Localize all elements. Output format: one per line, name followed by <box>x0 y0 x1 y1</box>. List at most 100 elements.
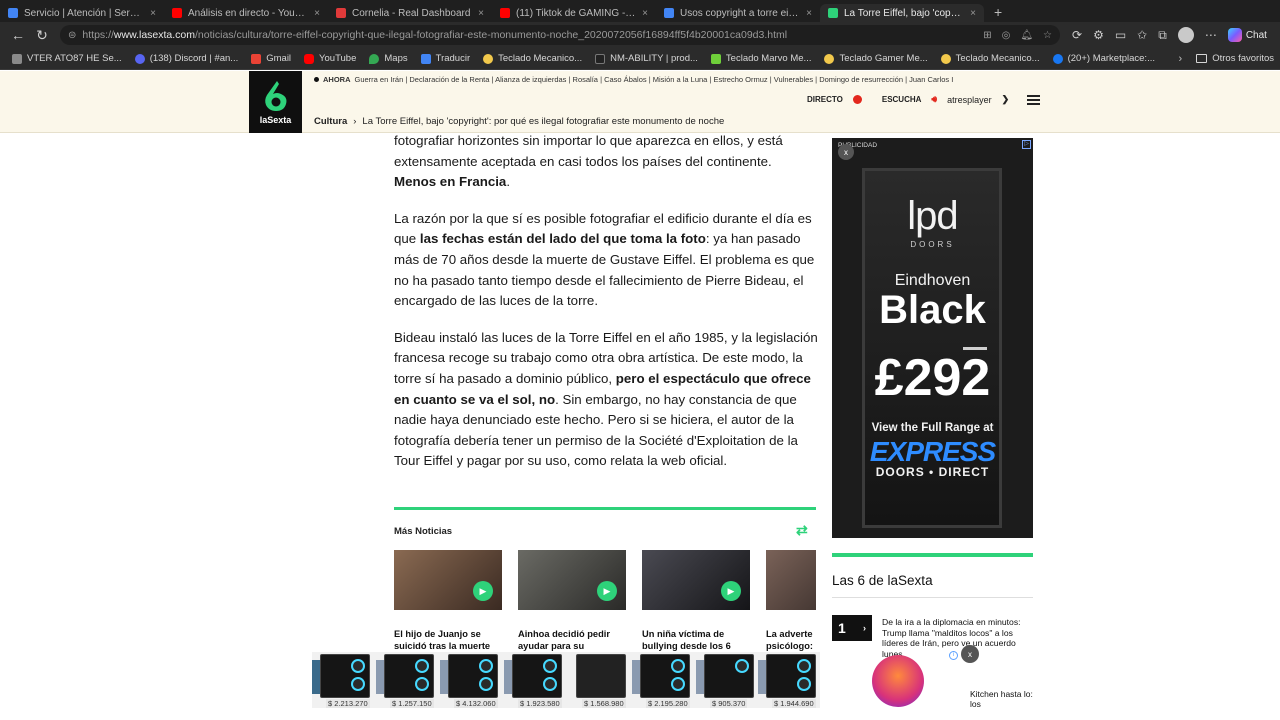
product-item[interactable]: $ 2.213.270 <box>312 652 372 708</box>
live-dot-icon[interactable] <box>852 95 862 104</box>
back-button[interactable]: ← <box>6 23 30 47</box>
profile-avatar[interactable] <box>1177 27 1194 43</box>
app-install-icon[interactable]: ⊞ <box>983 30 991 41</box>
news-title[interactable]: Ainhoa decidió pedir ayudar para su <box>518 628 626 652</box>
browser-tab[interactable]: Análisis en directo - YouTube × <box>164 4 328 22</box>
rank-badge[interactable]: 1 › <box>832 615 872 641</box>
escucha-label[interactable]: ESCUCHA <box>882 95 922 104</box>
browser-tab[interactable]: (11) Tiktok de GAMING - YouTube × <box>492 4 656 22</box>
carousel-arrows-icon[interactable]: ⇄ <box>796 522 808 539</box>
directo-label[interactable]: DIRECTO <box>807 95 843 104</box>
bookmark-item[interactable]: Traducir <box>420 53 470 64</box>
bookmark-label: Teclado Marvo Me... <box>725 53 812 64</box>
product-item[interactable]: $ 4.132.060 <box>440 652 500 708</box>
sidebar-advertisement[interactable]: PUBLICIDAD ▷ x lpd DOORS Eindhoven Black… <box>832 138 1033 538</box>
bookmark-item[interactable]: Teclado Mecanico... <box>940 53 1040 64</box>
news-thumbnail[interactable]: ▶ <box>518 550 626 610</box>
close-icon[interactable]: × <box>314 8 320 19</box>
ad-info-icon[interactable]: i <box>949 651 958 660</box>
browser-tab-active[interactable]: La Torre Eiffel, bajo 'copyright' × <box>820 4 984 22</box>
copilot-icon <box>1227 28 1242 42</box>
atresplayer-link[interactable]: atresplayer <box>947 95 992 105</box>
fan-icon <box>671 677 685 691</box>
adchoices-icon[interactable]: ▷ <box>1022 140 1031 149</box>
chevron-right-icon[interactable]: › <box>1179 53 1183 65</box>
close-icon[interactable]: × <box>150 8 156 19</box>
bookmark-item[interactable]: Teclado Gamer Me... <box>824 53 928 64</box>
fan-icon <box>415 659 429 673</box>
bookmark-item[interactable]: YouTube <box>304 53 356 64</box>
url-host: www.lasexta.com <box>113 29 196 41</box>
url-text[interactable]: https://www.lasexta.com/noticias/cultura… <box>82 29 977 41</box>
news-card[interactable]: ▶ Ainhoa decidió pedir ayudar para su <box>518 550 626 652</box>
facebook-icon <box>1052 53 1063 64</box>
news-card[interactable]: ▶ El hijo de Juanjo se suicidó tras la m… <box>394 550 502 652</box>
product-item[interactable]: $ 1.257.150 <box>376 652 436 708</box>
favorite-star-icon[interactable]: ☆ <box>1043 30 1052 41</box>
tab-favicon-icon <box>500 8 510 18</box>
ticker-topics[interactable]: Guerra en Irán | Declaración de la Renta… <box>355 75 954 84</box>
browser-tab[interactable]: Usos copyright a torre eiffel - Goo × <box>656 4 820 22</box>
pc-case-image <box>640 654 690 698</box>
ad-close-button[interactable]: x <box>838 144 854 160</box>
promo-close-button[interactable]: x <box>961 645 979 663</box>
browser-tab[interactable]: Cornelia - Real Dashboard × <box>328 4 492 22</box>
new-tab-button[interactable]: + <box>984 4 1012 22</box>
product-item[interactable]: $ 1.568.980 <box>568 652 628 708</box>
news-title[interactable]: Un niña víctima de bullying desde los 6 <box>642 628 750 652</box>
chevron-right-icon: ❯ <box>1001 94 1010 104</box>
play-icon[interactable]: ▶ <box>721 581 741 601</box>
ad-cta-text: View the Full Range at <box>871 422 994 434</box>
other-bookmarks[interactable]: Otros favoritos <box>1196 53 1274 64</box>
product-item[interactable]: $ 905.370 <box>696 652 756 708</box>
url-field[interactable]: ⊜ https://www.lasexta.com/noticias/cultu… <box>60 25 1060 45</box>
news-card[interactable]: ▶ Un niña víctima de bullying desde los … <box>642 550 750 652</box>
bookmark-item[interactable]: VTER ATO87 HE Se... <box>12 53 122 64</box>
favorites-icon[interactable]: ✩ <box>1137 28 1147 42</box>
close-icon[interactable]: × <box>642 8 648 19</box>
close-icon[interactable]: × <box>806 8 812 19</box>
header-actions: DIRECTO ESCUCHA 🔊︎ atresplayer ❯ <box>807 94 1041 105</box>
reload-button[interactable]: ↻ <box>30 23 54 47</box>
extensions-icon[interactable]: ⚙ <box>1093 28 1104 42</box>
hamburger-menu-icon[interactable] <box>1027 94 1041 105</box>
bookmark-item[interactable]: Teclado Mecanico... <box>483 53 582 64</box>
news-title[interactable]: La adverte psicólogo: <box>766 628 816 652</box>
speaker-icon[interactable]: 🔊︎ <box>931 94 937 105</box>
news-card[interactable]: La adverte psicólogo: <box>766 550 816 652</box>
play-icon[interactable]: ▶ <box>473 581 493 601</box>
product-item[interactable]: $ 2.195.280 <box>632 652 692 708</box>
promo-text[interactable]: Kitchen hasta lo: los <box>970 689 1036 709</box>
bookmark-item[interactable]: (138) Discord | #an... <box>134 53 238 64</box>
bookmark-item[interactable]: (20+) Marketplace:... <box>1052 53 1155 64</box>
browser-tab[interactable]: Servicio | Atención | Servicio de × <box>0 4 164 22</box>
more-menu-icon[interactable]: ⋯ <box>1205 28 1217 42</box>
pc-case-image <box>448 654 498 698</box>
split-screen-icon[interactable]: ▭ <box>1115 28 1126 42</box>
close-icon[interactable]: × <box>970 8 976 19</box>
bookmark-item[interactable]: Teclado Marvo Me... <box>710 53 812 64</box>
logo-text: laSexta <box>259 115 292 125</box>
news-title[interactable]: El hijo de Juanjo se suicidó tras la mue… <box>394 628 502 652</box>
breadcrumb-section[interactable]: Cultura <box>314 116 347 127</box>
bookmark-item[interactable]: Maps <box>369 53 408 64</box>
promo-logo-icon[interactable] <box>872 655 924 707</box>
close-icon[interactable]: × <box>478 8 484 19</box>
notification-icon[interactable]: 🔔︎ <box>1020 30 1033 41</box>
news-thumbnail[interactable] <box>766 550 816 610</box>
reading-mode-icon[interactable]: ◎ <box>1002 30 1011 41</box>
bookmark-item[interactable]: Gmail <box>251 53 291 64</box>
article-bold-text: las fechas están del lado del que toma l… <box>419 231 706 247</box>
bookmark-item[interactable]: NM-ABILITY | prod... <box>595 53 698 64</box>
site-logo[interactable]: laSexta <box>249 71 302 133</box>
copilot-chat-button[interactable]: Chat <box>1227 28 1267 42</box>
product-item[interactable]: $ 1.923.580 <box>504 652 564 708</box>
play-icon[interactable]: ▶ <box>597 581 617 601</box>
site-info-icon[interactable]: ⊜ <box>68 30 76 41</box>
news-thumbnail[interactable]: ▶ <box>642 550 750 610</box>
product-item[interactable]: $ 1.944.690 <box>758 652 818 708</box>
news-thumbnail[interactable]: ▶ <box>394 550 502 610</box>
refresh-icon[interactable]: ⟳ <box>1072 28 1082 42</box>
collections-icon[interactable]: ⧉ <box>1158 28 1167 43</box>
bottom-banner-ad[interactable]: $ 2.213.270 $ 1.257.150 $ 4.132.060 $ 1.… <box>312 652 820 708</box>
